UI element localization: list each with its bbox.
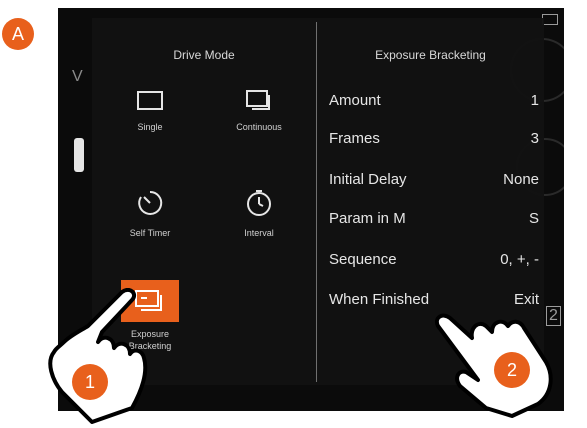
background-left-indicator <box>74 138 84 172</box>
setting-label: Frames <box>329 130 380 147</box>
exposure-bracketing-title: Exposure Bracketing <box>375 48 486 62</box>
setting-label: Param in M <box>329 210 406 227</box>
step-1-text: 1 <box>84 371 95 392</box>
drive-mode-interval-label: Interval <box>244 228 274 238</box>
setting-label: Initial Delay <box>329 171 407 188</box>
single-shot-icon <box>137 91 163 110</box>
setting-label: When Finished <box>329 291 430 308</box>
step-2-badge: 2 <box>494 352 530 388</box>
setting-value: 3 <box>530 130 539 147</box>
figure: A V 2 Drive Mode Exposure Bracketing Sin… <box>0 0 587 428</box>
drive-mode-single[interactable]: Single <box>95 88 205 132</box>
battery-icon <box>542 14 558 25</box>
setting-value: None <box>503 171 539 188</box>
setting-value: 0, +, - <box>500 251 539 268</box>
setting-value: S <box>528 210 539 227</box>
setting-row-amount[interactable]: Amount 1 <box>329 92 539 114</box>
drive-mode-title: Drive Mode <box>173 48 235 62</box>
drive-mode-continuous[interactable]: Continuous <box>204 88 314 132</box>
panel-divider <box>316 22 317 382</box>
background-mode-letter: V <box>72 68 83 85</box>
setting-value: 1 <box>530 92 539 109</box>
continuous-shot-icon <box>246 90 270 110</box>
setting-row-frames[interactable]: Frames 3 <box>329 130 539 152</box>
setting-label: Amount <box>329 92 381 109</box>
drive-mode-self-timer[interactable]: Self Timer <box>95 188 205 238</box>
step-1-badge: 1 <box>72 364 108 400</box>
step-2-text: 2 <box>506 359 517 380</box>
drive-mode-single-label: Single <box>137 122 163 132</box>
interval-icon <box>247 190 271 216</box>
setting-row-param-in-m[interactable]: Param in M S <box>329 210 539 232</box>
drive-mode-self-timer-label: Self Timer <box>129 228 171 238</box>
figure-label-badge: A <box>2 18 34 50</box>
setting-row-initial-delay[interactable]: Initial Delay None <box>329 171 539 193</box>
drive-mode-continuous-label: Continuous <box>236 122 282 132</box>
setting-row-sequence[interactable]: Sequence 0, +, - <box>329 251 539 273</box>
drive-mode-interval[interactable]: Interval <box>204 188 314 238</box>
figure-label-text: A <box>11 23 24 44</box>
swipe-hand-icon <box>435 313 553 418</box>
setting-label: Sequence <box>329 251 397 268</box>
tap-hand-icon <box>48 288 148 424</box>
self-timer-icon <box>138 190 163 215</box>
